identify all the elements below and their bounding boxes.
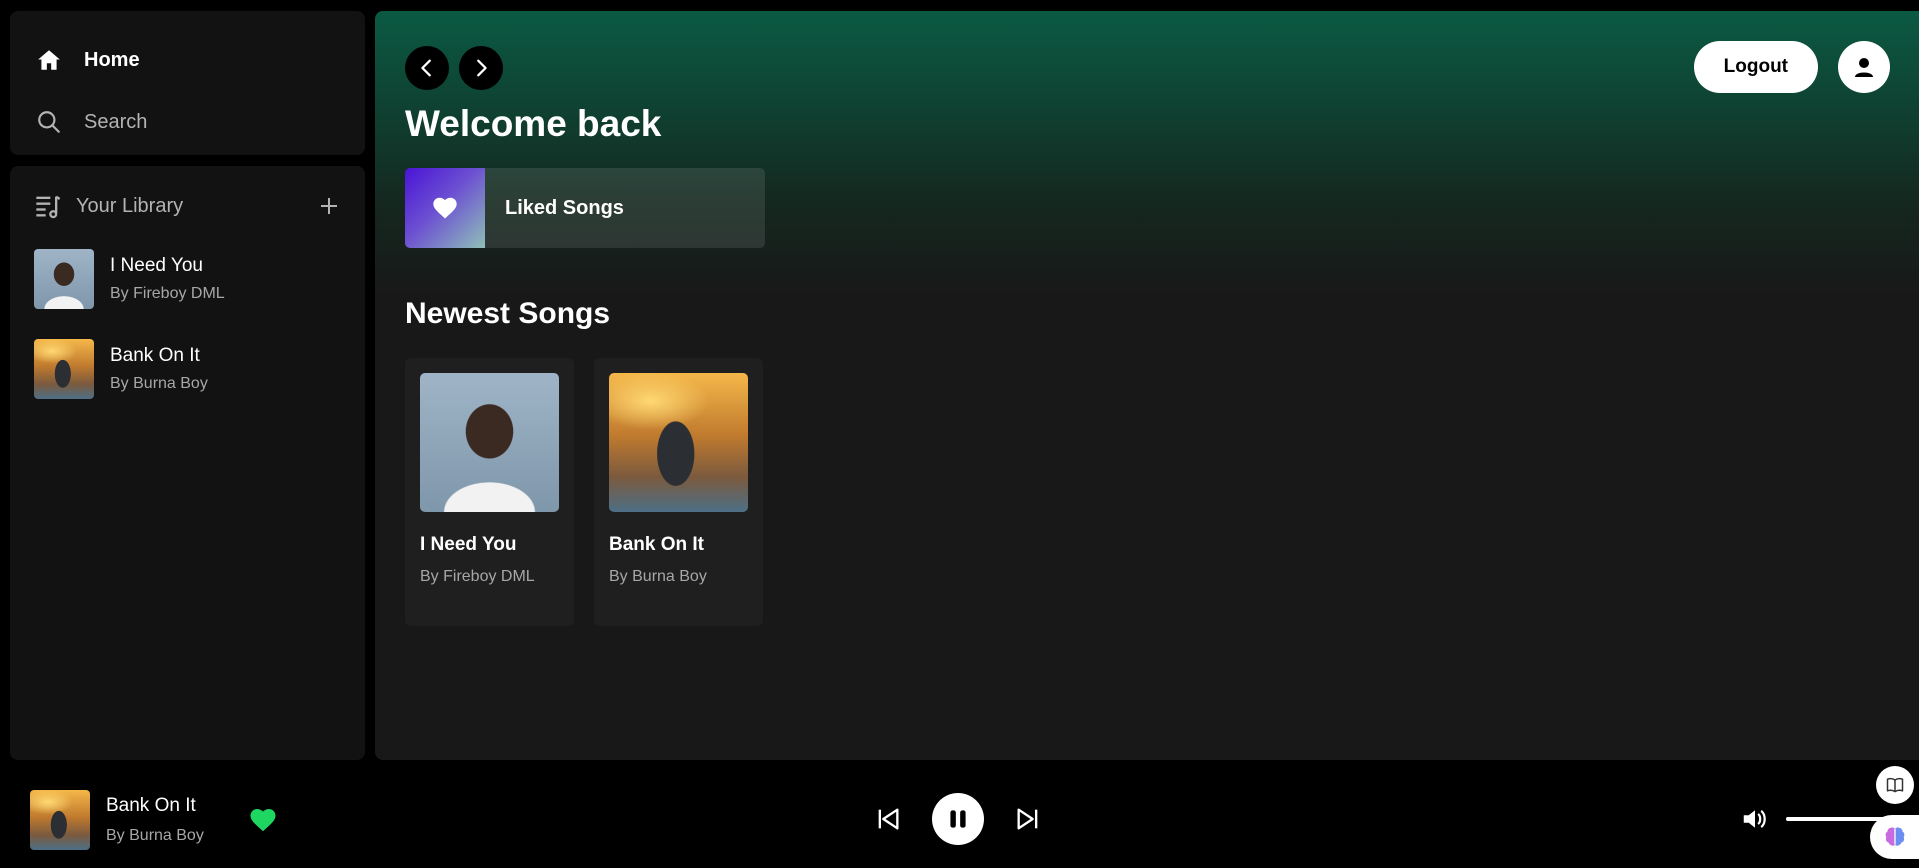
library-item-title: Bank On It	[110, 345, 200, 366]
song-cover	[609, 373, 748, 512]
page-title: Welcome back	[405, 103, 662, 144]
skip-next-icon	[1017, 808, 1038, 830]
library-panel: Your Library I Need You By Fireboy DML B…	[10, 166, 365, 760]
app-root: Home Search Your Library I Need You By F…	[0, 0, 1919, 868]
library-item[interactable]: I Need You By Fireboy DML	[34, 248, 341, 310]
ai-extension-button[interactable]	[1870, 815, 1919, 859]
liked-songs-cover	[405, 168, 485, 248]
now-playing-cover	[30, 790, 90, 850]
nav-search[interactable]: Search	[36, 91, 339, 153]
user-icon	[1855, 58, 1873, 77]
account-controls: Logout	[1693, 41, 1890, 93]
reader-extension-button[interactable]	[1876, 766, 1914, 804]
song-artist: By Fireboy DML	[420, 568, 535, 585]
library-item-title: I Need You	[110, 255, 203, 276]
pause-icon	[950, 810, 966, 828]
back-button[interactable]	[405, 46, 449, 90]
add-icon[interactable]	[317, 194, 341, 218]
library-item[interactable]: Bank On It By Burna Boy	[34, 338, 341, 400]
previous-button[interactable]	[872, 803, 904, 835]
logout-button[interactable]: Logout	[1693, 41, 1818, 93]
like-button[interactable]	[248, 805, 278, 835]
heart-icon	[433, 197, 457, 219]
nav-home-label: Home	[84, 48, 140, 71]
library-title: Your Library	[76, 194, 184, 217]
library-item-cover	[34, 339, 94, 399]
nav-home[interactable]: Home	[36, 29, 339, 91]
library-title-group[interactable]: Your Library	[34, 192, 183, 220]
volume-icon[interactable]	[1740, 804, 1770, 834]
library-icon	[36, 195, 61, 219]
liked-songs-label: Liked Songs	[505, 196, 624, 219]
now-playing-title: Bank On It	[106, 795, 196, 816]
section-title: Newest Songs	[405, 297, 611, 330]
library-item-artist: By Burna Boy	[110, 375, 208, 392]
home-icon	[38, 50, 60, 70]
pause-button[interactable]	[932, 793, 984, 845]
library-item-artist: By Fireboy DML	[110, 285, 225, 302]
library-list: I Need You By Fireboy DML Bank On It By …	[34, 248, 341, 400]
forward-button[interactable]	[459, 46, 503, 90]
song-cover	[420, 373, 559, 512]
liked-songs-card[interactable]: Liked Songs	[405, 168, 765, 248]
sidebar-nav: Home Search	[10, 11, 365, 155]
song-card[interactable]: Bank On It By Burna Boy	[594, 358, 763, 626]
player-bar: Bank On It By Burna Boy	[0, 770, 1919, 868]
chevron-right-icon	[477, 59, 487, 77]
chevron-left-icon	[421, 59, 431, 77]
nav-search-label: Search	[84, 110, 148, 133]
song-artist: By Burna Boy	[609, 568, 707, 585]
skip-previous-icon	[878, 808, 899, 830]
library-item-cover	[34, 249, 94, 309]
playback-controls	[872, 793, 1044, 845]
brain-icon	[1885, 827, 1904, 846]
library-header: Your Library	[34, 186, 341, 226]
volume-slider-fill	[1786, 817, 1891, 821]
song-title: Bank On It	[609, 534, 705, 555]
song-title: I Need You	[420, 534, 517, 555]
heart-filled-icon	[250, 809, 276, 832]
song-cards: I Need You By Fireboy DML Bank On It By …	[405, 358, 763, 626]
search-icon	[38, 111, 60, 133]
profile-button[interactable]	[1838, 41, 1890, 93]
main-content: Logout Welcome back Liked Songs Newest S…	[375, 11, 1919, 760]
now-playing: Bank On It By Burna Boy	[30, 790, 278, 850]
history-nav	[405, 46, 503, 90]
song-card[interactable]: I Need You By Fireboy DML	[405, 358, 574, 626]
book-icon	[1886, 777, 1904, 793]
next-button[interactable]	[1012, 803, 1044, 835]
now-playing-artist: By Burna Boy	[106, 827, 204, 844]
